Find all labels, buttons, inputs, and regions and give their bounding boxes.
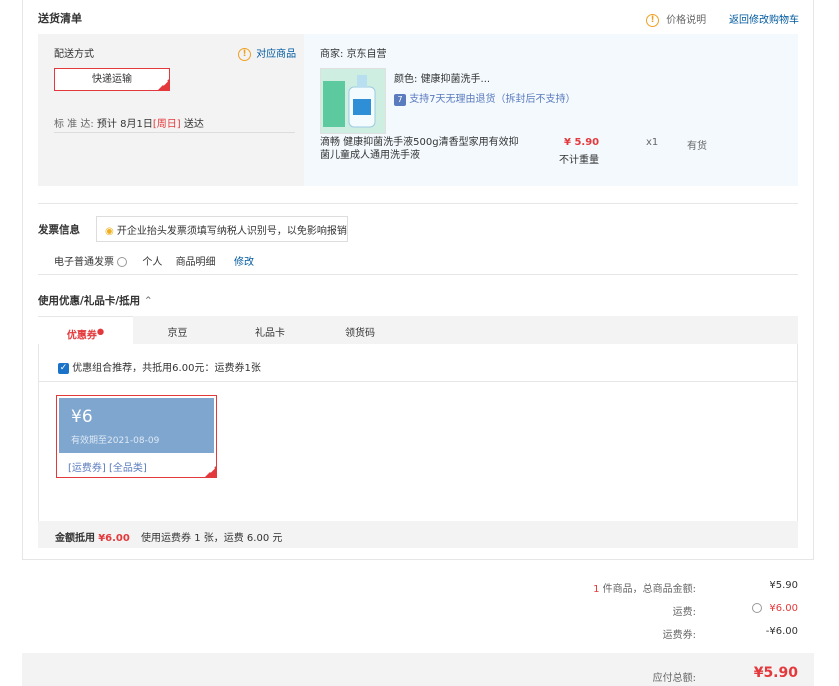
- info-icon: !: [646, 13, 659, 27]
- tab-coupons-label: 优惠券: [66, 330, 97, 342]
- section-title-delivery: 送货清单: [38, 12, 82, 25]
- product-color: 颜色: 健康抑菌洗手...: [394, 70, 490, 85]
- invoice-title: 发票信息: [38, 224, 80, 236]
- divider: [38, 203, 798, 204]
- selected-check-icon: [158, 79, 169, 90]
- product-quantity: x1: [646, 137, 659, 148]
- combo-text: 优惠组合推荐，共抵用6.00元：运费券1张: [72, 363, 261, 374]
- freight-label: 运费:: [672, 607, 696, 618]
- merchant-info: 商家: 京东自营: [320, 45, 387, 60]
- product-name[interactable]: 滴畅 健康抑菌洗手液500g清香型家用有效抑菌儿童成人通用洗手液: [320, 136, 520, 162]
- summary-amount: ¥6.00: [98, 533, 130, 544]
- tab-jd-beans[interactable]: 京豆: [150, 324, 205, 339]
- invoice-tip-text: 开企业抬头发票须填写纳税人识别号，以免影响报销: [116, 226, 347, 237]
- invoice-edit-link[interactable]: 修改: [234, 253, 254, 268]
- invoice-tip: ◉ 开企业抬头发票须填写纳税人识别号，以免影响报销: [96, 216, 348, 242]
- lightbulb-icon: ◉: [105, 226, 114, 237]
- invoice-details: 电子普通发票 个人 商品明细: [54, 253, 216, 268]
- express-delivery-label: 快递运输: [92, 74, 132, 85]
- invoice-holder: 个人: [142, 257, 163, 268]
- coupon-tag-freight: [运费券]: [68, 463, 106, 474]
- freight-info-icon[interactable]: [752, 603, 763, 613]
- divider: [39, 381, 797, 382]
- eta-label: 标 准 达:: [54, 119, 94, 130]
- weight-note: 不计重量: [559, 155, 599, 166]
- payable-label: 应付总额:: [652, 673, 696, 684]
- eta-date: 预计 8月1日: [96, 119, 153, 130]
- eta-row: 标 准 达: 预计 8月1日[周日] 送达: [54, 115, 204, 130]
- merchant-name: 京东自营: [346, 49, 387, 60]
- checkbox-checked-icon[interactable]: ✓: [58, 362, 69, 374]
- merchant-label: 商家:: [320, 49, 344, 60]
- summary-label: 金额抵用: [55, 533, 95, 544]
- coupon-summary: 金额抵用 ¥6.00 使用运费券 1 张，运费 6.00 元: [38, 521, 798, 548]
- return-policy-text: 支持7天无理由退货（拆封后不支持）: [409, 94, 576, 105]
- coupon-expiry: 有效期至2021-08-09: [71, 436, 160, 446]
- related-goods-link[interactable]: ! 对应商品: [238, 45, 296, 61]
- product-image[interactable]: [320, 68, 386, 134]
- price-note-link[interactable]: ! 价格说明: [646, 11, 706, 27]
- coupons-title: 使用优惠/礼品卡/抵用: [38, 295, 141, 307]
- seven-day-return-icon: 7: [394, 94, 406, 106]
- coupon-tags: [运费券] [全品类]: [68, 459, 147, 474]
- chevron-up-icon: ⌃: [143, 295, 153, 307]
- related-goods-label: 对应商品: [256, 49, 297, 60]
- divider: [38, 274, 798, 275]
- selected-check-icon: [205, 466, 216, 477]
- freight-coupon-label: 运费券:: [662, 630, 696, 641]
- coupons-toggle[interactable]: 使用优惠/礼品卡/抵用 ⌃: [38, 293, 153, 308]
- divider: [54, 132, 295, 133]
- goods-label: 件商品，总商品金额:: [602, 584, 696, 595]
- delivery-method-label: 配送方式: [54, 49, 94, 60]
- color-label: 颜色:: [394, 74, 418, 85]
- payable-amount: ¥5.90: [753, 665, 798, 681]
- eta-day: [周日]: [152, 119, 181, 130]
- stock-status: 有货: [687, 141, 707, 152]
- freight-amount: ¥6.00: [769, 603, 798, 614]
- color-value: 健康抑菌洗手...: [420, 74, 491, 85]
- freight-coupon-card[interactable]: ¥6 有效期至2021-08-09 [运费券] [全品类]: [56, 395, 217, 478]
- invoice-content: 商品明细: [175, 257, 216, 268]
- coupon-tabs: 优惠券● 京豆 礼品卡 领货码: [38, 316, 798, 345]
- invoice-info-icon[interactable]: [117, 257, 128, 267]
- price-note-label: 价格说明: [666, 15, 707, 26]
- info-icon: !: [238, 47, 251, 61]
- item-count: 1: [593, 584, 600, 595]
- tab-gift-card[interactable]: 礼品卡: [240, 324, 300, 339]
- express-delivery-option[interactable]: 快递运输: [54, 68, 170, 91]
- coupon-amount: ¥6: [71, 407, 93, 427]
- back-to-cart-link[interactable]: 返回修改购物车: [729, 11, 799, 26]
- summary-detail: 使用运费券 1 张，运费 6.00 元: [141, 533, 283, 544]
- tab-coupons[interactable]: 优惠券●: [38, 316, 133, 345]
- freight-coupon-amount: -¥6.00: [765, 626, 798, 637]
- freight-row: ¥6.00: [720, 603, 798, 614]
- eta-suffix: 送达: [183, 119, 204, 130]
- return-policy: 7 支持7天无理由退货（拆封后不支持）: [394, 90, 576, 106]
- hand-wash-bottle-icon: [321, 69, 385, 133]
- tab-redeem-code[interactable]: 领货码: [330, 324, 390, 339]
- goods-total-label: 1 件商品，总商品金额:: [500, 580, 696, 595]
- invoice-type: 电子普通发票: [54, 257, 114, 268]
- coupon-tag-all: [全品类]: [109, 463, 147, 474]
- goods-total-amount: ¥5.90: [769, 580, 798, 591]
- product-price: ¥ 5.90: [564, 137, 600, 148]
- combo-recommend[interactable]: ✓ 优惠组合推荐，共抵用6.00元：运费券1张: [58, 359, 261, 374]
